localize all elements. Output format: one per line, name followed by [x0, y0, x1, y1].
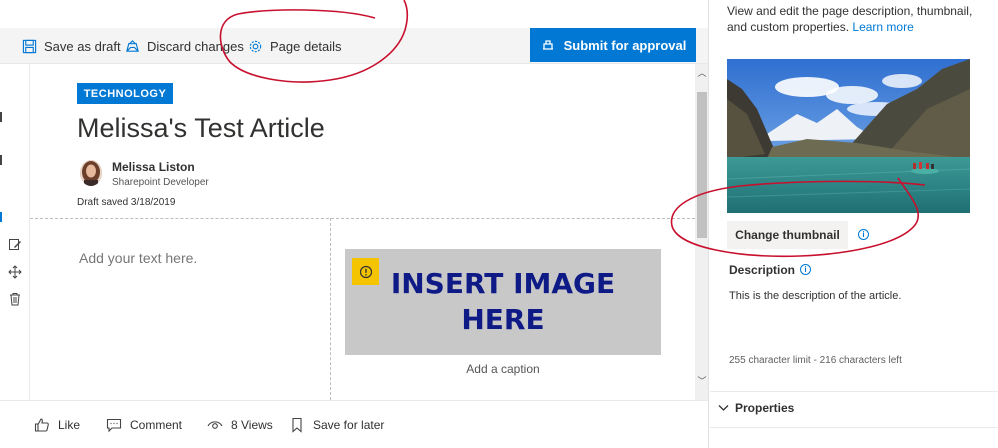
scroll-down-icon[interactable]: ﹀: [697, 376, 707, 386]
discard-changes-label: Discard changes: [147, 38, 244, 54]
comment-label: Comment: [130, 418, 183, 432]
warning-glyph: [359, 265, 372, 278]
rail-marker: [0, 155, 2, 165]
save-as-draft-button[interactable]: Save as draft: [22, 28, 121, 64]
page-details-button[interactable]: Page details: [248, 28, 342, 64]
thumbnail-image: [727, 59, 970, 213]
column-divider: [330, 218, 331, 400]
description-label: Description: [729, 263, 796, 277]
character-limit-text: 255 character limit - 216 characters lef…: [729, 355, 902, 366]
discard-icon: [126, 39, 139, 52]
panel-intro-text: View and edit the page description, thum…: [727, 4, 973, 34]
top-blank-area: [0, 0, 708, 28]
discard-changes-button[interactable]: Discard changes: [125, 28, 244, 64]
warning-icon[interactable]: [352, 258, 379, 285]
topic-badge[interactable]: TECHNOLOGY: [77, 83, 173, 104]
edit-section-icon[interactable]: [8, 238, 22, 252]
author-role: Sharepoint Developer: [112, 177, 209, 188]
properties-section-toggle[interactable]: Properties: [718, 401, 794, 415]
social-bar: Like Comment 8 Views Save for later: [0, 400, 708, 448]
section-divider: [30, 218, 695, 219]
page-title[interactable]: Melissa's Test Article: [77, 113, 325, 144]
gear-icon: [249, 40, 262, 52]
comment-button[interactable]: Comment: [106, 401, 182, 448]
save-for-later-button[interactable]: Save for later: [289, 401, 384, 448]
chevron-down-icon: [718, 405, 729, 411]
delete-section-icon[interactable]: [8, 292, 22, 306]
author-name[interactable]: Melissa Liston: [112, 160, 195, 174]
save-icon: [22, 39, 37, 53]
like-label: Like: [58, 418, 81, 432]
avatar: [80, 160, 102, 186]
bookmark-icon: [292, 417, 302, 433]
comment-icon: [106, 418, 122, 433]
description-field[interactable]: This is the description of the article.: [729, 290, 901, 302]
submit-for-approval-button[interactable]: Submit for approval: [530, 28, 696, 62]
page-details-label: Page details: [270, 38, 342, 54]
move-section-icon[interactable]: [8, 265, 22, 279]
save-as-draft-label: Save as draft: [44, 38, 121, 54]
avatar-portrait: [80, 160, 102, 186]
thumbs-up-icon: [34, 418, 49, 432]
scroll-up-icon[interactable]: ︿: [697, 68, 707, 78]
rail-marker-active: [0, 212, 2, 222]
page-editor: Save as draft Discard changes Page detai…: [0, 0, 708, 448]
properties-label: Properties: [735, 401, 795, 415]
image-placeholder-line1: INSERT IMAGE: [390, 267, 616, 300]
panel-divider: [710, 427, 998, 428]
views-label: 8 Views: [231, 418, 273, 432]
eye-icon: [207, 421, 223, 429]
info-icon[interactable]: i: [858, 229, 869, 240]
learn-more-link[interactable]: Learn more: [852, 20, 913, 34]
image-placeholder-line2: HERE: [461, 303, 545, 336]
caption-input[interactable]: Add a caption: [345, 362, 661, 376]
text-web-part-placeholder[interactable]: Add your text here.: [79, 250, 197, 266]
change-thumbnail-button[interactable]: Change thumbnail: [727, 221, 848, 249]
save-for-later-label: Save for later: [313, 418, 385, 432]
panel-divider: [710, 391, 998, 392]
lake-mountains-photo: [727, 59, 970, 213]
views-count: 8 Views: [207, 401, 273, 448]
rail-marker: [0, 112, 2, 122]
draft-status: Draft saved 3/18/2019: [77, 197, 176, 208]
like-button[interactable]: Like: [34, 401, 80, 448]
panel-intro: View and edit the page description, thum…: [727, 3, 977, 35]
image-placeholder-text: INSERT IMAGE HERE: [391, 266, 615, 338]
scrollbar-thumb[interactable]: [697, 92, 707, 238]
image-placeholder[interactable]: INSERT IMAGE HERE: [345, 249, 661, 355]
info-icon[interactable]: i: [800, 264, 811, 275]
submit-label: Submit for approval: [563, 37, 687, 53]
section-toolbar: [0, 64, 30, 400]
submit-icon: [542, 40, 553, 50]
